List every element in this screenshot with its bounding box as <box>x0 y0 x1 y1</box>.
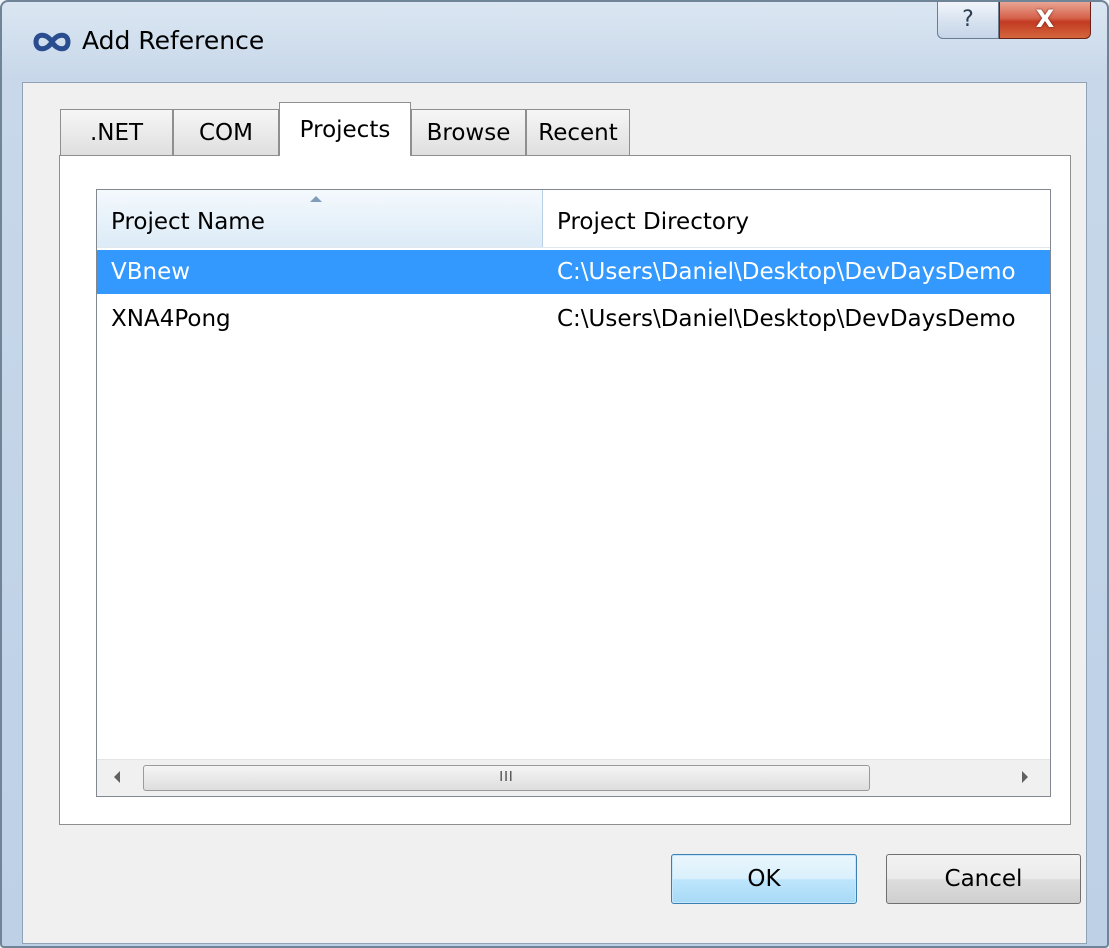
project-directory: C:\Users\Daniel\Desktop\DevDaysDemo <box>557 259 1016 285</box>
dialog-body: .NET COM Projects Browse Recent Project … <box>22 82 1087 944</box>
ok-button[interactable]: OK <box>671 854 857 904</box>
grip-icon: III <box>499 770 514 785</box>
list-item[interactable]: VBnew C:\Users\Daniel\Desktop\DevDaysDem… <box>97 250 1050 294</box>
column-header-project-directory[interactable]: Project Directory <box>543 190 1050 247</box>
projects-list[interactable]: Project Name Project Directory VBnew C:\… <box>96 189 1051 797</box>
help-button[interactable]: ? <box>937 2 999 39</box>
column-label: Project Name <box>111 209 265 235</box>
title-bar[interactable]: Add Reference ? X <box>2 2 1107 82</box>
tab-browse[interactable]: Browse <box>411 109 526 155</box>
project-name: VBnew <box>111 259 191 285</box>
scrollbar-thumb[interactable]: III <box>143 765 870 791</box>
tab-recent[interactable]: Recent <box>526 109 630 155</box>
infinity-icon <box>33 32 71 52</box>
tab-com[interactable]: COM <box>173 109 279 155</box>
list-header: Project Name Project Directory <box>97 190 1050 248</box>
sort-ascending-icon <box>310 196 322 202</box>
close-icon: X <box>1035 5 1055 33</box>
list-item[interactable]: XNA4Pong C:\Users\Daniel\Desktop\DevDays… <box>97 297 1050 341</box>
add-reference-dialog: Add Reference ? X .NET COM Projects Brow… <box>0 0 1109 948</box>
horizontal-scrollbar[interactable]: III <box>97 759 1050 796</box>
close-button[interactable]: X <box>999 2 1091 39</box>
scroll-left-arrow-icon[interactable] <box>114 771 120 783</box>
projects-tab-panel: Project Name Project Directory VBnew C:\… <box>59 155 1071 825</box>
column-header-project-name[interactable]: Project Name <box>97 190 543 247</box>
tab-projects[interactable]: Projects <box>279 102 411 156</box>
column-label: Project Directory <box>557 209 750 235</box>
project-directory: C:\Users\Daniel\Desktop\DevDaysDemo <box>557 306 1016 332</box>
project-name: XNA4Pong <box>111 306 231 332</box>
dialog-title: Add Reference <box>82 26 265 55</box>
help-icon: ? <box>962 7 974 32</box>
cancel-button[interactable]: Cancel <box>886 854 1081 904</box>
tab-dotnet[interactable]: .NET <box>60 109 173 155</box>
scroll-right-arrow-icon[interactable] <box>1022 771 1028 783</box>
